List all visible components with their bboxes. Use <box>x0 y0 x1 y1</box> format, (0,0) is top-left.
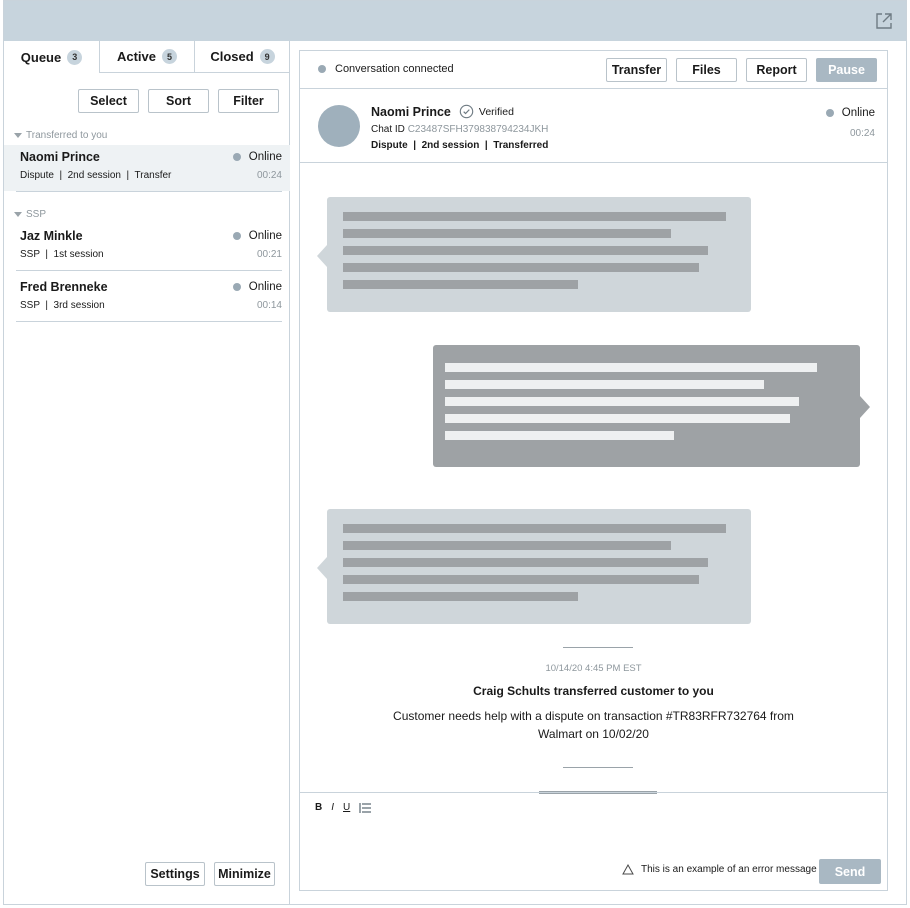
customer-header: Naomi Prince Verified Chat ID C23487SFH3… <box>300 90 887 163</box>
tab-count-badge: 9 <box>259 49 275 64</box>
chat-id: Chat ID C23487SFH379838794234JKH <box>371 124 548 135</box>
customer-name: Jaz Minkle <box>20 229 83 243</box>
system-message-body: Customer needs help with a dispute on tr… <box>393 709 794 741</box>
conversation-actions: Transfer Files Report Pause <box>606 58 877 82</box>
files-button[interactable]: Files <box>676 58 737 82</box>
status-label: Online <box>248 151 282 163</box>
queue-item-jaz-minkle[interactable]: Jaz Minkle Online SSP | 1st session 00:2… <box>4 224 290 270</box>
status-label: Online <box>248 230 282 242</box>
tab-active[interactable]: Active 5 <box>99 41 194 73</box>
online-status: Online <box>232 230 282 242</box>
conversation-status-bar: Conversation connected Transfer Files Re… <box>300 51 887 89</box>
divider <box>16 270 282 271</box>
session-meta: SSP | 3rd session <box>20 300 105 311</box>
check-circle-icon <box>459 104 474 119</box>
minimize-button[interactable]: Minimize <box>214 862 275 886</box>
avatar <box>318 105 360 147</box>
error-message: This is an example of an error message <box>622 864 817 875</box>
wait-time: 00:14 <box>256 300 282 311</box>
tab-label: Queue <box>20 49 62 65</box>
chat-id-label: Chat ID <box>371 124 405 135</box>
system-message-timestamp: 10/14/20 4:45 PM EST <box>545 663 642 674</box>
incoming-message-bubble <box>317 197 751 312</box>
group-title: SSP <box>26 209 47 220</box>
customer-name-row: Naomi Prince Verified <box>371 104 514 119</box>
list-icon[interactable] <box>359 802 372 813</box>
session-timer: 00:24 <box>849 128 875 139</box>
session-meta: Dispute | 2nd session | Transfer <box>20 170 172 181</box>
tab-count-badge: 3 <box>67 49 83 65</box>
filter-button[interactable]: Filter <box>218 89 279 113</box>
bold-button[interactable]: B <box>315 802 322 813</box>
underline-button[interactable]: U <box>343 802 350 813</box>
wait-time: 00:24 <box>256 170 282 181</box>
customer-name: Naomi Prince <box>371 104 451 119</box>
incoming-message-bubble <box>317 509 751 624</box>
tab-label: Closed <box>210 49 254 64</box>
status-label: Online <box>841 107 875 119</box>
verified-badge: Verified <box>459 104 514 119</box>
top-bar <box>4 1 906 41</box>
settings-button[interactable]: Settings <box>145 862 205 886</box>
queue-toolbar: Select Sort Filter <box>78 89 279 113</box>
online-status: Online <box>232 151 282 163</box>
queue-panel: Queue 3 Active 5 Closed 9 Select Sort Fi… <box>4 41 290 904</box>
verified-label: Verified <box>478 105 514 118</box>
group-header-ssp[interactable]: SSP <box>14 209 46 220</box>
status-dot-icon <box>232 283 241 291</box>
customer-name: Naomi Prince <box>20 150 100 164</box>
send-button[interactable]: Send <box>819 859 881 884</box>
online-status: Online <box>825 107 875 119</box>
connection-status: Conversation connected <box>318 63 454 75</box>
status-dot-icon <box>318 65 326 73</box>
queue-item-fred-brenneke[interactable]: Fred Brenneke Online SSP | 3rd session 0… <box>4 275 290 321</box>
session-meta: SSP | 1st session <box>20 249 104 260</box>
divider <box>563 647 633 648</box>
tab-queue[interactable]: Queue 3 <box>4 41 99 73</box>
sort-button[interactable]: Sort <box>148 89 209 113</box>
tab-closed[interactable]: Closed 9 <box>194 41 290 73</box>
warning-icon <box>622 864 634 875</box>
popout-icon[interactable] <box>874 11 894 31</box>
group-title: Transferred to you <box>26 130 108 141</box>
outgoing-message-bubble <box>433 345 870 467</box>
status-dot-icon <box>232 232 241 240</box>
customer-name: Fred Brenneke <box>20 280 108 294</box>
divider <box>563 767 633 768</box>
queue-item-naomi-prince[interactable]: Naomi Prince Online Dispute | 2nd sessio… <box>4 145 290 191</box>
tab-count-badge: 5 <box>162 49 178 64</box>
pause-button[interactable]: Pause <box>816 58 877 82</box>
italic-button[interactable]: I <box>331 802 334 813</box>
status-dot-icon <box>232 153 241 161</box>
select-button[interactable]: Select <box>78 89 139 113</box>
conversation-panel: Conversation connected Transfer Files Re… <box>299 50 888 891</box>
queue-footer: Settings Minimize <box>145 862 275 886</box>
error-message-text: This is an example of an error message <box>641 864 817 875</box>
format-toolbar: B I U <box>315 802 372 813</box>
caret-down-icon <box>14 133 22 138</box>
group-header-transferred[interactable]: Transferred to you <box>14 130 107 141</box>
status-dot-icon <box>825 109 834 117</box>
divider <box>16 321 282 322</box>
divider <box>16 191 282 192</box>
connection-status-label: Conversation connected <box>335 63 454 75</box>
caret-down-icon <box>14 212 22 217</box>
transfer-button[interactable]: Transfer <box>606 58 667 82</box>
message-composer[interactable]: B I U This is an example of an error mes… <box>300 792 887 890</box>
wait-time: 00:21 <box>256 249 282 260</box>
report-button[interactable]: Report <box>746 58 807 82</box>
queue-tabs: Queue 3 Active 5 Closed 9 <box>4 41 290 73</box>
chat-id-value: C23487SFH379838794234JKH <box>407 124 549 135</box>
system-message: 10/14/20 4:45 PM EST Craig Schults trans… <box>300 663 887 743</box>
system-message-title: Craig Schults transferred customer to yo… <box>473 684 714 698</box>
tab-label: Active <box>116 49 157 64</box>
status-label: Online <box>248 281 282 293</box>
chat-console-window: Queue 3 Active 5 Closed 9 Select Sort Fi… <box>3 0 907 905</box>
online-status: Online <box>232 281 282 293</box>
session-tags: Dispute | 2nd session | Transferred <box>371 140 549 151</box>
